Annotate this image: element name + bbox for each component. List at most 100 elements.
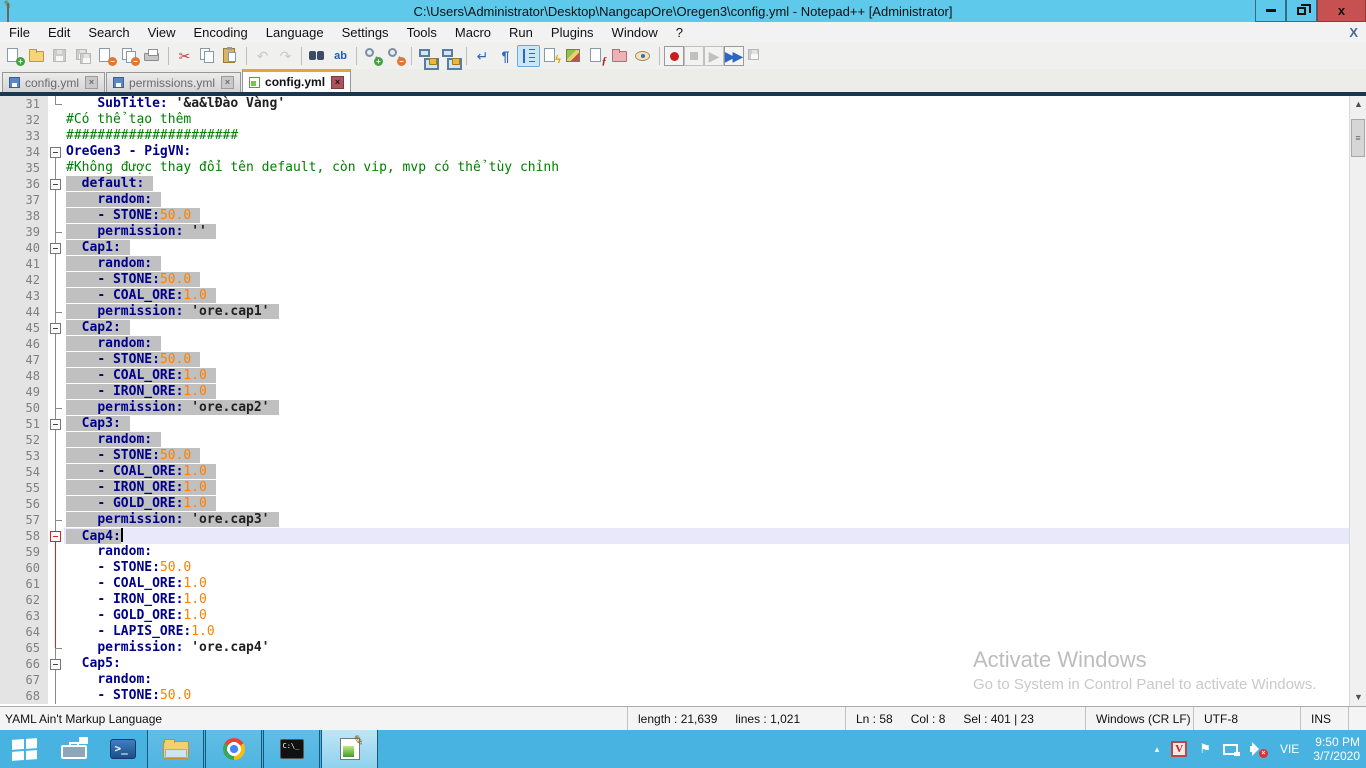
code-text[interactable]: permission: 'ore.cap4'	[64, 640, 1349, 656]
menu-item-file[interactable]: File	[0, 23, 39, 42]
scroll-down-arrow[interactable]: ▼	[1350, 689, 1366, 706]
code-text[interactable]: - STONE:50.0	[64, 208, 1349, 224]
code-line[interactable]: 47 - STONE:50.0	[0, 352, 1349, 368]
code-line[interactable]: 43 - COAL_ORE:1.0	[0, 288, 1349, 304]
show-all-characters-icon[interactable]: ¶	[494, 45, 517, 67]
status-ins[interactable]: INS	[1300, 707, 1348, 730]
code-line[interactable]: 59 random:	[0, 544, 1349, 560]
menu-close-x[interactable]: X	[1349, 25, 1358, 40]
document-map-icon[interactable]	[563, 45, 586, 67]
code-text[interactable]: Cap1:	[64, 240, 1349, 256]
code-text[interactable]: permission: 'ore.cap3'	[64, 512, 1349, 528]
code-area[interactable]: 31 SubTitle: '&a&lĐào Vàng'32#Có thể tạo…	[0, 96, 1349, 706]
menu-item-window[interactable]: Window	[603, 23, 667, 42]
status-eol[interactable]: Windows (CR LF)	[1085, 707, 1193, 730]
fold-margin[interactable]	[48, 416, 64, 432]
code-text[interactable]: - STONE:50.0	[64, 448, 1349, 464]
tab-config.yml-active[interactable]: config.yml×	[242, 69, 351, 92]
code-line[interactable]: 58 Cap4:	[0, 528, 1349, 544]
menu-item-run[interactable]: Run	[500, 23, 542, 42]
code-text[interactable]: OreGen3 - PigVN:	[64, 144, 1349, 160]
tab-config.yml[interactable]: config.yml×	[2, 72, 105, 92]
sync-vertical-icon[interactable]	[416, 45, 439, 67]
menu-item-tools[interactable]: Tools	[398, 23, 446, 42]
code-line[interactable]: 39 permission: ''	[0, 224, 1349, 240]
code-text[interactable]: #Không được thay đổi tên default, còn vi…	[64, 160, 1349, 176]
code-text[interactable]: default:	[64, 176, 1349, 192]
code-text[interactable]: - GOLD_ORE:1.0	[64, 608, 1349, 624]
code-line[interactable]: 45 Cap2:	[0, 320, 1349, 336]
menu-item-view[interactable]: View	[139, 23, 185, 42]
code-line[interactable]: 40 Cap1:	[0, 240, 1349, 256]
scrollbar-thumb[interactable]: ≡	[1351, 119, 1365, 157]
code-text[interactable]: - IRON_ORE:1.0	[64, 480, 1349, 496]
code-line[interactable]: 35#Không được thay đổi tên default, còn …	[0, 160, 1349, 176]
tab-permissions.yml[interactable]: permissions.yml×	[106, 72, 241, 92]
code-line[interactable]: 60 - STONE:50.0	[0, 560, 1349, 576]
code-line[interactable]: 61 - COAL_ORE:1.0	[0, 576, 1349, 592]
code-line[interactable]: 68 - STONE:50.0	[0, 688, 1349, 704]
code-line[interactable]: 65 permission: 'ore.cap4'	[0, 640, 1349, 656]
fold-margin[interactable]	[48, 656, 64, 672]
code-line[interactable]: 46 random:	[0, 336, 1349, 352]
code-text[interactable]: Cap5:	[64, 656, 1349, 672]
open-file-icon[interactable]	[26, 45, 49, 67]
volume-muted-icon[interactable]: ×	[1250, 742, 1266, 756]
word-wrap-icon[interactable]: ↵	[471, 45, 494, 67]
code-line[interactable]: 48 - COAL_ORE:1.0	[0, 368, 1349, 384]
copy-icon[interactable]	[196, 45, 219, 67]
code-line[interactable]: 66 Cap5:	[0, 656, 1349, 672]
notepad-plus-plus[interactable]	[321, 730, 378, 768]
paste-icon[interactable]	[219, 45, 242, 67]
network-icon[interactable]	[1223, 744, 1238, 755]
replace-icon[interactable]: ab	[329, 45, 352, 67]
menu-item-edit[interactable]: Edit	[39, 23, 79, 42]
fold-margin[interactable]	[48, 176, 64, 192]
fold-margin[interactable]	[48, 144, 64, 160]
code-line[interactable]: 41 random:	[0, 256, 1349, 272]
code-line[interactable]: 51 Cap3:	[0, 416, 1349, 432]
code-text[interactable]: permission: 'ore.cap1'	[64, 304, 1349, 320]
menu-item-search[interactable]: Search	[79, 23, 138, 42]
server-manager[interactable]	[49, 730, 98, 768]
powershell[interactable]: >_	[98, 730, 147, 768]
code-text[interactable]: random:	[64, 672, 1349, 688]
code-text[interactable]: Cap2:	[64, 320, 1349, 336]
code-text[interactable]: - COAL_ORE:1.0	[64, 464, 1349, 480]
code-line[interactable]: 50 permission: 'ore.cap2'	[0, 400, 1349, 416]
code-line[interactable]: 63 - GOLD_ORE:1.0	[0, 608, 1349, 624]
action-center-flag-icon[interactable]: ⚑	[1199, 741, 1211, 757]
code-text[interactable]: Cap4:	[64, 528, 1349, 544]
code-line[interactable]: 54 - COAL_ORE:1.0	[0, 464, 1349, 480]
sync-horizontal-icon[interactable]	[439, 45, 462, 67]
editor[interactable]: 31 SubTitle: '&a&lĐào Vàng'32#Có thể tạo…	[0, 96, 1366, 706]
code-line[interactable]: 67 random:	[0, 672, 1349, 688]
menu-item-[interactable]: ?	[667, 23, 692, 42]
command-prompt[interactable]: C:\_	[263, 730, 320, 768]
tab-close-icon[interactable]: ×	[221, 76, 234, 89]
code-text[interactable]: - LAPIS_ORE:1.0	[64, 624, 1349, 640]
code-line[interactable]: 57 permission: 'ore.cap3'	[0, 512, 1349, 528]
code-text[interactable]: random:	[64, 192, 1349, 208]
code-line[interactable]: 52 random:	[0, 432, 1349, 448]
code-line[interactable]: 36 default:	[0, 176, 1349, 192]
code-text[interactable]: - GOLD_ORE:1.0	[64, 496, 1349, 512]
code-line[interactable]: 62 - IRON_ORE:1.0	[0, 592, 1349, 608]
menu-item-macro[interactable]: Macro	[446, 23, 500, 42]
close-all-icon[interactable]: −	[118, 45, 141, 67]
code-text[interactable]: - COAL_ORE:1.0	[64, 576, 1349, 592]
code-text[interactable]: random:	[64, 544, 1349, 560]
language-indicator[interactable]: VIE	[1280, 742, 1299, 756]
code-line[interactable]: 42 - STONE:50.0	[0, 272, 1349, 288]
define-language-icon[interactable]: ϟ	[540, 45, 563, 67]
status-encoding[interactable]: UTF-8	[1193, 707, 1300, 730]
chrome[interactable]	[205, 730, 262, 768]
menu-item-language[interactable]: Language	[257, 23, 333, 42]
hidden-icons-button[interactable]: ▴	[1155, 744, 1160, 755]
code-text[interactable]: - STONE:50.0	[64, 688, 1349, 704]
zoom-out-icon[interactable]: −	[384, 45, 407, 67]
start-button[interactable]	[0, 730, 49, 768]
code-line[interactable]: 32#Có thể tạo thêm	[0, 112, 1349, 128]
find-icon[interactable]	[306, 45, 329, 67]
code-line[interactable]: 55 - IRON_ORE:1.0	[0, 480, 1349, 496]
